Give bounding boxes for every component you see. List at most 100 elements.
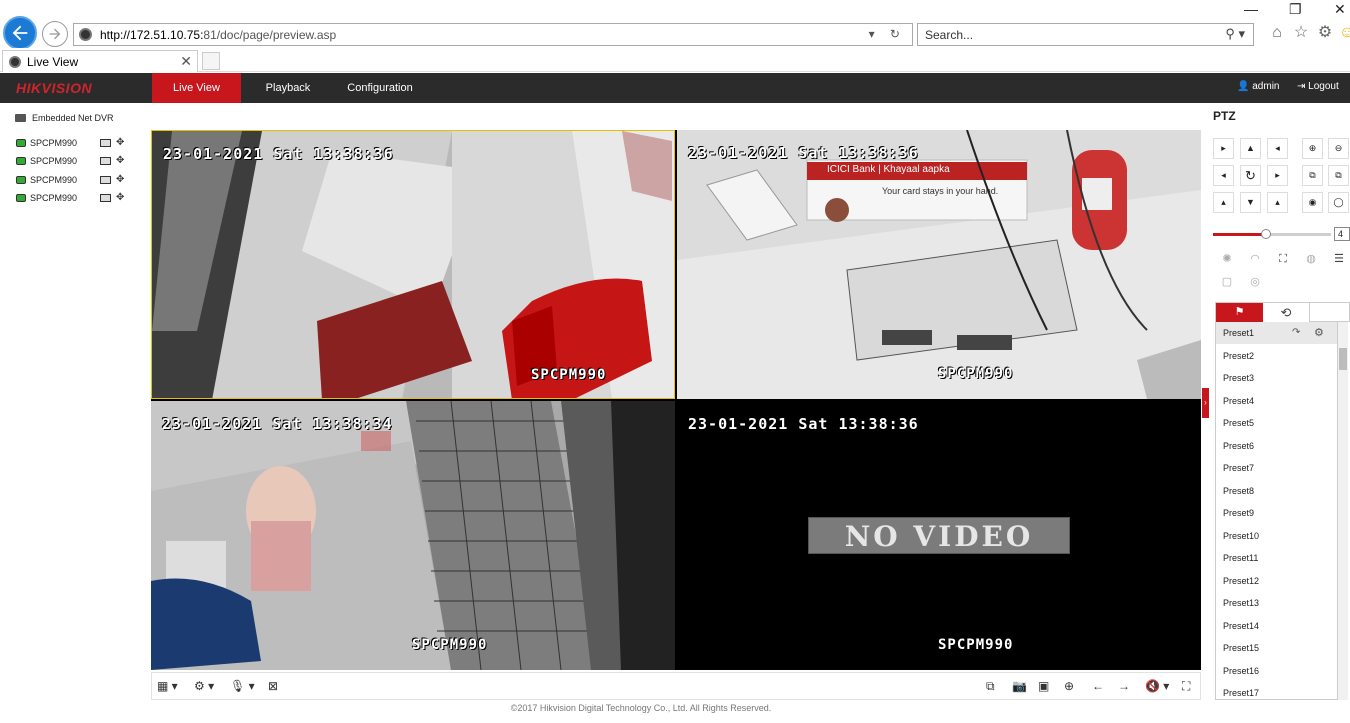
list-item[interactable]: Preset11: [1216, 547, 1337, 569]
search-input[interactable]: [925, 27, 1205, 42]
search-icon[interactable]: ⚲ ▾: [1225, 26, 1245, 42]
next-page-icon[interactable]: →: [1118, 678, 1130, 694]
list-item[interactable]: Preset15: [1216, 637, 1337, 659]
smiley-icon[interactable]: ☺: [1338, 24, 1350, 42]
stream-type-icon[interactable]: ⚙ ▾: [194, 678, 214, 694]
restore-icon[interactable]: ❐: [1289, 1, 1302, 18]
back-button[interactable]: [3, 16, 37, 50]
device-node[interactable]: Embedded Net DVR: [15, 113, 114, 123]
iris-open-icon[interactable]: ◉: [1302, 192, 1323, 213]
list-item[interactable]: Preset1 ↷ ⚙: [1216, 322, 1337, 344]
volume-icon[interactable]: 🔇 ▾: [1145, 678, 1169, 694]
search-box[interactable]: ⚲ ▾: [917, 23, 1254, 46]
call-preset-icon[interactable]: ↷: [1292, 322, 1300, 344]
list-item[interactable]: Preset10: [1216, 525, 1337, 547]
list-item[interactable]: Preset16: [1216, 660, 1337, 682]
record-icon[interactable]: [100, 176, 111, 184]
forward-button[interactable]: [42, 21, 68, 47]
preset-label: Preset12: [1223, 575, 1260, 586]
video-tile[interactable]: 23-01-2021 Sat 13:38:36 NO VIDEO SPCPM99…: [677, 401, 1201, 670]
tab-close-icon[interactable]: ✕: [180, 53, 192, 70]
focus-far-icon[interactable]: ⧉: [1328, 165, 1349, 186]
video-tile[interactable]: 23-01-2021 Sat 13:38:34 SPCPM990: [151, 401, 675, 670]
zoom-in-icon[interactable]: ⊕: [1302, 138, 1323, 159]
manual-track-icon[interactable]: ▢: [1215, 273, 1239, 291]
list-item[interactable]: Preset9: [1216, 502, 1337, 524]
set-preset-icon[interactable]: ⚙: [1314, 322, 1324, 344]
list-item[interactable]: Preset7: [1216, 457, 1337, 479]
list-item[interactable]: Preset2: [1216, 345, 1337, 367]
speed-slider-handle[interactable]: [1261, 229, 1272, 239]
ptz-down-right-icon[interactable]: ▴: [1267, 192, 1288, 213]
camera-item[interactable]: SPCPM990 ✥: [16, 191, 136, 205]
video-tile[interactable]: 23-01-2021 Sat 13:38:36 SPCPM990: [151, 130, 675, 399]
user-menu[interactable]: 👤 admin: [1237, 81, 1279, 92]
ptz-up-left-icon[interactable]: ▸: [1213, 138, 1234, 159]
ptz-up-right-icon[interactable]: ◂: [1267, 138, 1288, 159]
refresh-icon[interactable]: ▾ ↻: [869, 27, 906, 41]
record-icon[interactable]: [100, 139, 111, 147]
camera-item[interactable]: SPCPM990 ✥: [16, 173, 136, 187]
iris-close-icon[interactable]: ◯: [1328, 192, 1349, 213]
ptz-panel-toggle[interactable]: ›: [1202, 388, 1209, 418]
stop-all-icon[interactable]: ⊠: [268, 678, 278, 694]
window-layout-icon[interactable]: ▦ ▾: [157, 678, 178, 694]
list-item[interactable]: Preset17: [1216, 682, 1337, 699]
list-item[interactable]: Preset13: [1216, 592, 1337, 614]
camera-item[interactable]: SPCPM990 ✥: [16, 136, 136, 150]
tab-patrol[interactable]: ⟲: [1263, 303, 1310, 322]
ptz-left-icon[interactable]: ◂: [1213, 165, 1234, 186]
zoom-icon[interactable]: ⊕: [1064, 678, 1074, 694]
browser-tab[interactable]: Live View ✕: [2, 50, 198, 72]
wiper-icon[interactable]: ◠: [1243, 250, 1267, 268]
light-icon[interactable]: ✺: [1215, 250, 1239, 268]
microphone-icon[interactable]: 🎙 ▾: [230, 678, 255, 694]
list-item[interactable]: Preset4: [1216, 390, 1337, 412]
tab-configuration[interactable]: Configuration: [336, 73, 424, 103]
address-bar[interactable]: http://172.51.10.75:81/doc/page/preview.…: [73, 23, 913, 46]
settings-gear-icon[interactable]: ⚙: [1316, 24, 1334, 42]
list-item[interactable]: Preset6: [1216, 435, 1337, 457]
camera-item[interactable]: SPCPM990 ✥: [16, 154, 136, 168]
ptz-speed-slider[interactable]: [1213, 229, 1331, 239]
zoom-out-icon[interactable]: ⊖: [1328, 138, 1349, 159]
ptz-icon[interactable]: ✥: [116, 156, 128, 166]
menu-icon[interactable]: ☰: [1327, 250, 1350, 268]
record-icon[interactable]: ▣: [1038, 678, 1049, 694]
logout-button[interactable]: ⇥ Logout: [1297, 81, 1339, 92]
new-tab-button[interactable]: [202, 52, 220, 70]
3d-zoom-icon[interactable]: ◎: [1243, 273, 1267, 291]
ptz-icon[interactable]: ✥: [116, 175, 128, 185]
list-item[interactable]: Preset3: [1216, 367, 1337, 389]
start-all-icon[interactable]: ⧉: [986, 678, 995, 694]
minimize-icon[interactable]: —: [1244, 1, 1258, 17]
list-item[interactable]: Preset5: [1216, 412, 1337, 434]
list-item[interactable]: Preset8: [1216, 480, 1337, 502]
video-tile[interactable]: ICICI Bank | Khayaal aapka Your card sta…: [677, 130, 1201, 399]
lens-init-icon[interactable]: ◍: [1299, 250, 1323, 268]
home-icon[interactable]: ⌂: [1268, 24, 1286, 42]
ptz-down-left-icon[interactable]: ▴: [1213, 192, 1234, 213]
ptz-down-icon[interactable]: ▼: [1240, 192, 1261, 213]
list-item[interactable]: Preset12: [1216, 570, 1337, 592]
tab-live-view[interactable]: Live View: [152, 73, 241, 103]
auxiliary-focus-icon[interactable]: ⛶: [1271, 250, 1295, 268]
list-item[interactable]: Preset14: [1216, 615, 1337, 637]
tab-playback[interactable]: Playback: [255, 73, 321, 103]
favorites-star-icon[interactable]: ☆: [1292, 24, 1310, 42]
tab-preset[interactable]: ⚑: [1216, 303, 1263, 322]
prev-page-icon[interactable]: ←: [1092, 678, 1104, 694]
preset-scrollbar[interactable]: [1338, 322, 1348, 700]
ptz-right-icon[interactable]: ▸: [1267, 165, 1288, 186]
ptz-icon[interactable]: ✥: [116, 138, 128, 148]
ptz-icon[interactable]: ✥: [116, 193, 128, 203]
fullscreen-icon[interactable]: ⛶: [1182, 678, 1190, 694]
record-icon[interactable]: [100, 194, 111, 202]
scroll-thumb[interactable]: [1339, 348, 1347, 370]
ptz-up-icon[interactable]: ▲: [1240, 138, 1261, 159]
capture-icon[interactable]: 📷: [1012, 678, 1027, 694]
close-icon[interactable]: ✕: [1334, 1, 1346, 18]
ptz-auto-icon[interactable]: ↻: [1240, 165, 1261, 186]
focus-near-icon[interactable]: ⧉: [1302, 165, 1323, 186]
record-icon[interactable]: [100, 157, 111, 165]
